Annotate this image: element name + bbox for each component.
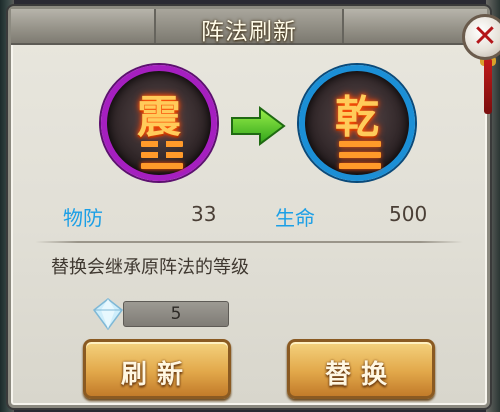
title-bar: 阵法刷新: [11, 9, 487, 45]
zhen-trigram-icon: [141, 141, 183, 174]
qian-trigram-icon: [339, 141, 381, 174]
replace-button-label: 替换: [324, 360, 397, 390]
current-formation-glyph: 震: [137, 92, 181, 143]
tassel-decoration: [484, 58, 492, 114]
arrow-right-icon: [231, 106, 286, 146]
inherit-level-notice: 替换会继承原阵法的等级: [51, 257, 249, 278]
diamond-icon: [92, 298, 124, 331]
new-formation-glyph: 乾: [335, 92, 379, 143]
current-formation-orb[interactable]: 震: [101, 65, 217, 181]
new-formation-orb[interactable]: 乾: [299, 65, 415, 181]
refresh-button[interactable]: 刷新: [83, 339, 231, 399]
cost-display: 5: [123, 301, 229, 327]
cost-value: 5: [170, 304, 182, 324]
refresh-button-label: 刷新: [120, 360, 193, 390]
new-stat-value: 500: [389, 202, 428, 226]
replace-button[interactable]: 替换: [287, 339, 435, 399]
close-button[interactable]: ✕: [462, 14, 500, 60]
close-icon: ✕: [472, 19, 498, 54]
dialog-title: 阵法刷新: [201, 19, 297, 45]
formation-refresh-dialog: 阵法刷新 震 乾 物防 33 生命 500 替换会继承原阵法的等级 5 刷新 替…: [8, 6, 490, 408]
new-stat-label: 生命: [275, 206, 315, 230]
divider: [35, 241, 463, 243]
current-stat-label: 物防: [63, 206, 103, 230]
current-stat-value: 33: [191, 202, 217, 226]
